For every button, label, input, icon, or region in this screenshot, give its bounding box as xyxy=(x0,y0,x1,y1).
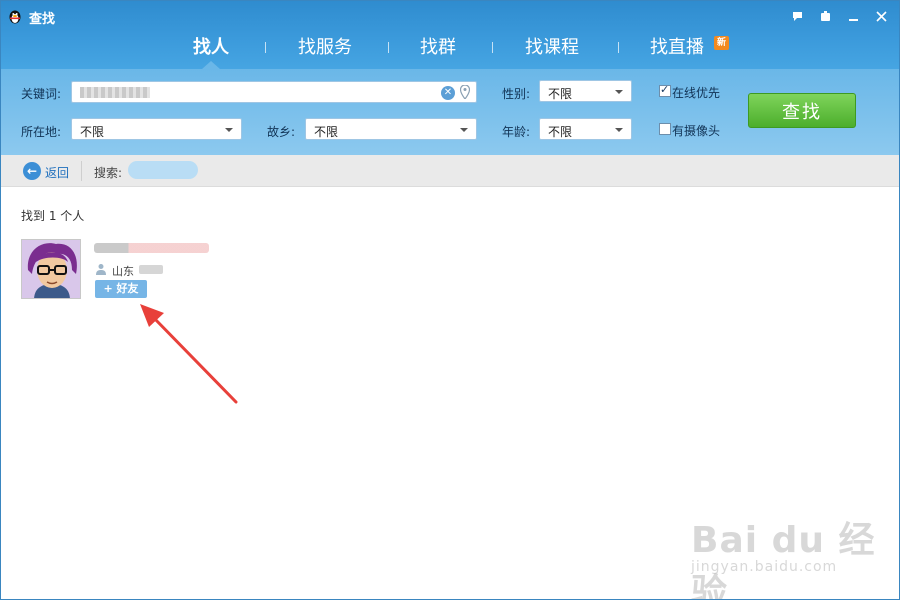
tab-find-live[interactable]: 找直播 xyxy=(650,33,704,59)
gender-select[interactable]: 不限 xyxy=(539,80,632,102)
watermark-url: jingyan.baidu.com xyxy=(691,559,838,575)
gender-select-value: 不限 xyxy=(548,87,573,101)
hometown-select-value: 不限 xyxy=(314,125,339,139)
new-badge: 新 xyxy=(714,36,729,50)
location-label: 所在地: xyxy=(21,125,62,139)
online-first-label[interactable]: 在线优先 xyxy=(672,84,720,101)
skin-icon[interactable] xyxy=(811,5,839,27)
tab-find-courses[interactable]: 找课程 xyxy=(525,33,579,59)
location-select[interactable]: 不限 xyxy=(71,118,242,140)
avatar-illustration xyxy=(22,240,80,298)
has-camera-checkbox[interactable] xyxy=(659,123,671,135)
hometown-select[interactable]: 不限 xyxy=(305,118,477,140)
hometown-label: 故乡: xyxy=(267,125,296,139)
watermark: Bai du 经验 jingyan.baidu.com xyxy=(691,511,899,600)
feedback-icon[interactable] xyxy=(783,5,811,27)
chevron-down-icon xyxy=(225,128,233,132)
tab-separator xyxy=(618,42,619,53)
window-controls xyxy=(783,5,895,27)
tab-find-services[interactable]: 找服务 xyxy=(298,33,352,59)
results-count: 找到 1 个人 xyxy=(21,209,85,223)
keyword-label: 关键词: xyxy=(21,87,62,101)
title-bar: 查找 xyxy=(1,1,899,31)
chevron-down-icon xyxy=(615,128,623,132)
close-icon[interactable] xyxy=(867,5,895,27)
toolbar-separator xyxy=(81,161,82,181)
age-select-value: 不限 xyxy=(548,125,573,139)
location-pin-icon[interactable] xyxy=(460,85,470,99)
chevron-down-icon xyxy=(615,90,623,94)
location-select-value: 不限 xyxy=(80,125,105,139)
header: 查找 找人 找服务 找群 找课程 找直播 xyxy=(1,1,899,69)
filter-panel: 关键词: ✕ 性别: 不限 在线优先 所在地: 不限 故乡: 不限 年龄: xyxy=(1,69,899,155)
back-link[interactable]: 返回 xyxy=(45,164,69,181)
keyword-input[interactable]: ✕ xyxy=(71,81,477,103)
keyword-value-blurred xyxy=(80,87,150,98)
search-term-label: 搜索: xyxy=(94,166,123,180)
active-tab-caret xyxy=(202,61,220,69)
age-label: 年龄: xyxy=(502,125,531,139)
add-friend-button[interactable]: + 好友 xyxy=(95,280,147,298)
has-camera-label[interactable]: 有摄像头 xyxy=(672,122,720,139)
back-arrow-icon[interactable]: ← xyxy=(23,162,41,180)
tab-separator xyxy=(388,42,389,53)
tab-bar: 找人 找服务 找群 找课程 找直播 xyxy=(1,31,899,69)
person-icon xyxy=(96,264,106,275)
find-window: 查找 找人 找服务 找群 找课程 找直播 新 关键词: ✕ 性别: 不限 ✓ 在… xyxy=(0,0,900,600)
nickname-blurred xyxy=(94,243,209,253)
watermark-logo: Bai du 经验 xyxy=(691,520,876,600)
tab-separator xyxy=(492,42,493,53)
avatar[interactable] xyxy=(21,239,81,299)
online-first-checkbox[interactable] xyxy=(659,83,671,97)
window-title: 查找 xyxy=(29,12,56,27)
chevron-down-icon xyxy=(460,128,468,132)
search-button[interactable]: 查找 xyxy=(748,93,856,128)
tab-find-groups[interactable]: 找群 xyxy=(420,33,456,59)
location-detail-blurred xyxy=(139,265,163,274)
clear-icon[interactable]: ✕ xyxy=(441,86,455,100)
search-term-blurred xyxy=(128,161,198,179)
penguin-icon xyxy=(9,10,21,24)
minimize-icon[interactable] xyxy=(839,5,867,27)
gender-label: 性别: xyxy=(502,87,531,101)
result-toolbar: ← 返回 搜索: xyxy=(1,155,899,187)
result-location: 山东 xyxy=(112,265,134,278)
tab-separator xyxy=(265,42,266,53)
tab-find-people[interactable]: 找人 xyxy=(193,33,229,59)
age-select[interactable]: 不限 xyxy=(539,118,632,140)
